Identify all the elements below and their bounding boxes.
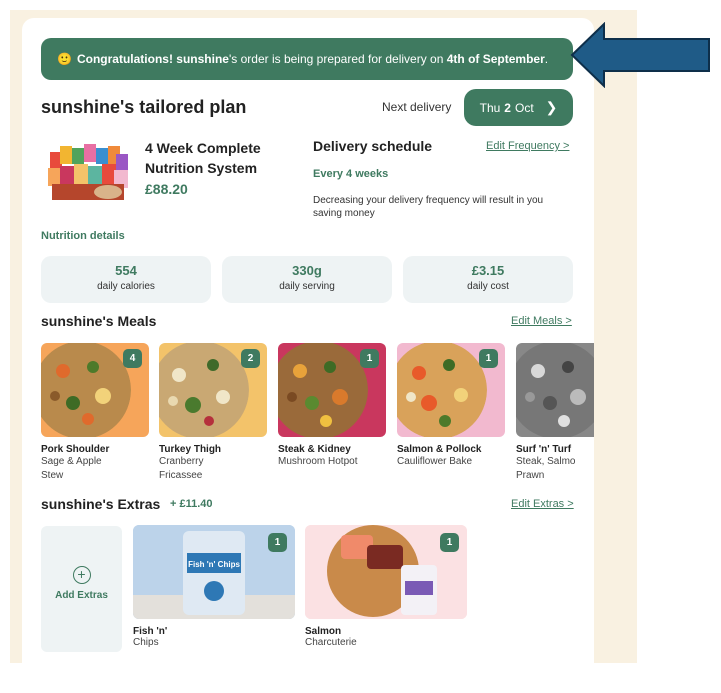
stat-label: daily serving (279, 281, 335, 292)
meal-card[interactable]: 2 Turkey Thigh Cranberry Fricassee (159, 343, 267, 483)
quantity-badge: 1 (360, 349, 379, 368)
meal-image: 4 (41, 343, 149, 437)
stat-label: daily cost (467, 281, 509, 292)
edit-frequency-link[interactable]: Edit Frequency > (486, 140, 569, 152)
meal-subtitle: Steak, Salmo (516, 456, 576, 467)
stat-daily-calories: 554 daily calories (41, 256, 211, 303)
meal-image: 1 (397, 343, 505, 437)
extra-subtitle: Chips (133, 637, 159, 648)
edit-extras-link[interactable]: Edit Extras > (511, 498, 574, 510)
edit-meals-link[interactable]: Edit Meals > (511, 315, 572, 327)
meal-image: 2 (159, 343, 267, 437)
extra-subtitle: Charcuterie (305, 637, 357, 648)
meal-name: Turkey Thigh (159, 444, 222, 455)
meal-photo (278, 343, 368, 437)
delivery-note: Decreasing your delivery frequency will … (313, 195, 544, 219)
meal-card[interactable]: 1 Salmon & Pollock Cauliflower Bake (397, 343, 505, 469)
extra-image: Fish 'n' Chips 1 (133, 525, 295, 619)
stat-value: 330g (292, 263, 322, 278)
add-extras-label: Add Extras (55, 590, 108, 601)
banner-name: sunshine (176, 52, 229, 66)
meal-subtitle-2: Fricassee (159, 470, 203, 481)
banner-congrats: Congratulations! (76, 52, 173, 66)
delivery-frequency: Every 4 weeks (313, 168, 389, 180)
meal-photo (397, 343, 487, 437)
meal-card[interactable]: 1 Steak & Kidney Mushroom Hotpot (278, 343, 386, 469)
meal-subtitle: Cranberry (159, 456, 204, 467)
meal-name: Steak & Kidney (278, 444, 351, 455)
extra-name: Salmon (305, 626, 342, 637)
next-delivery-month: Oct (514, 100, 534, 115)
add-extras-button[interactable]: + Add Extras (41, 526, 122, 652)
plan-title: sunshine's tailored plan (41, 97, 247, 117)
next-delivery-button[interactable]: Thu 2 Oct ❯ (464, 89, 573, 126)
pack-label: Fish 'n' Chips (188, 560, 240, 569)
meal-photo (159, 343, 249, 437)
meal-name: Surf 'n' Turf (516, 444, 572, 455)
callout-arrow-icon (570, 22, 710, 88)
banner-text: 's order is being prepared for delivery … (228, 52, 444, 66)
meal-subtitle: Mushroom Hotpot (278, 456, 358, 467)
stat-daily-cost: £3.15 daily cost (403, 256, 573, 303)
meal-subtitle: Cauliflower Bake (397, 456, 473, 467)
meal-subtitle-2: Prawn (516, 470, 545, 481)
meal-card[interactable]: Surf 'n' Turf Steak, Salmo Prawn (516, 343, 594, 483)
delivery-schedule-title: Delivery schedule (313, 138, 433, 154)
stat-value: 554 (115, 263, 137, 278)
banner-date: 4th of September (446, 52, 545, 66)
quantity-badge: 4 (123, 349, 142, 368)
plan-card: 🙂 Congratulations! sunshine's order is b… (22, 18, 594, 678)
stat-label: daily calories (97, 281, 155, 292)
stat-daily-serving: 330g daily serving (222, 256, 392, 303)
meals-title: sunshine's Meals (41, 313, 157, 329)
meal-name: Pork Shoulder (41, 444, 110, 455)
meal-photo (41, 343, 131, 437)
meal-subtitle-2: Stew (41, 470, 64, 481)
nutrition-details-label: Nutrition details (41, 230, 125, 242)
meal-image: 1 (278, 343, 386, 437)
plus-icon: + (72, 566, 91, 584)
page: 🙂 Congratulations! sunshine's order is b… (0, 0, 721, 693)
product-name: 4 Week Complete Nutrition System (145, 140, 261, 176)
quantity-badge: 1 (440, 533, 459, 552)
quantity-badge: 2 (241, 349, 260, 368)
extra-image: 1 (305, 525, 467, 619)
quantity-badge: 1 (479, 349, 498, 368)
extra-card[interactable]: Fish 'n' Chips 1 Fish 'n' Chips (133, 525, 295, 648)
stat-value: £3.15 (471, 263, 505, 278)
banner-end: . (544, 52, 549, 66)
meal-image (516, 343, 594, 437)
delivery-banner: 🙂 Congratulations! sunshine's order is b… (41, 38, 573, 80)
meal-subtitle: Sage & Apple (41, 456, 102, 467)
extras-title: sunshine's Extras (41, 496, 161, 512)
product-image (46, 142, 130, 202)
smile-icon: 🙂 (57, 52, 72, 66)
chevron-right-icon: ❯ (545, 99, 558, 115)
extras-price: + £11.40 (170, 498, 213, 510)
next-delivery-day: Thu (479, 100, 501, 115)
meal-photo (516, 343, 594, 437)
next-delivery-label: Next delivery (382, 100, 452, 114)
quantity-badge: 1 (268, 533, 287, 552)
extra-name: Fish 'n' (133, 626, 168, 637)
meal-card[interactable]: 4 Pork Shoulder Sage & Apple Stew (41, 343, 149, 483)
extra-card[interactable]: 1 Salmon Charcuterie (305, 525, 467, 648)
meal-name: Salmon & Pollock (397, 444, 482, 455)
product-price: £88.20 (145, 181, 188, 197)
next-delivery-date: 2 (504, 100, 511, 115)
